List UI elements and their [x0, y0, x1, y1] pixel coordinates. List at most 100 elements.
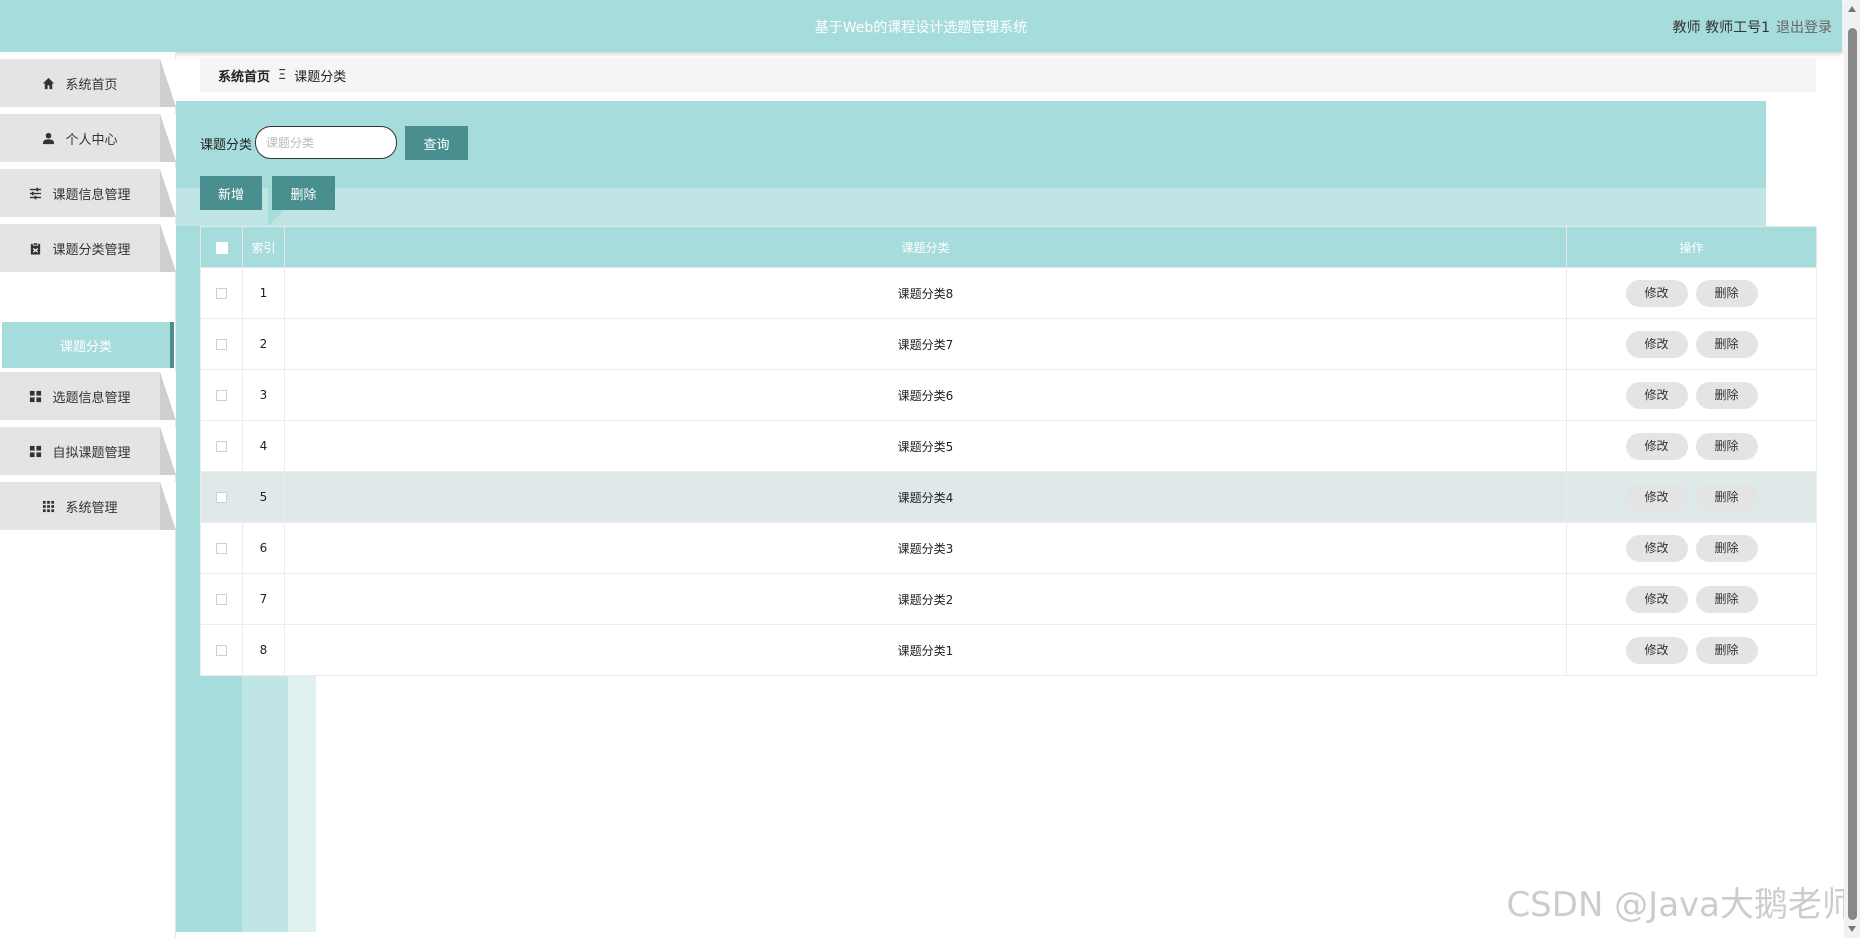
row-delete-button[interactable]: 删除 [1695, 534, 1758, 562]
row-index: 3 [242, 369, 285, 421]
table-row[interactable]: 6 课题分类3 修改 删除 [200, 522, 1817, 574]
row-edit-button[interactable]: 修改 [1625, 636, 1688, 664]
sidebar-item-label: 课题信息管理 [52, 187, 131, 203]
breadcrumb-separator: Ξ [278, 67, 287, 83]
grid-icon [29, 390, 42, 403]
row-checkbox[interactable] [216, 339, 227, 350]
search-input[interactable] [255, 126, 397, 159]
breadcrumb-current: 课题分类 [294, 69, 347, 85]
current-user: 教师 教师工号1 [1672, 20, 1770, 36]
sidebar-item-label: 选题信息管理 [52, 390, 131, 406]
app-title: 基于Web的课程设计选题管理系统 [814, 20, 1028, 36]
row-ops: 修改 删除 [1566, 369, 1817, 421]
table-row[interactable]: 8 课题分类1 修改 删除 [200, 624, 1817, 676]
sidebar-subitem-topic-category[interactable]: 课题分类 [2, 322, 174, 368]
sidebar-item-label: 课题分类管理 [52, 242, 131, 258]
scroll-up-arrow-icon[interactable] [1848, 6, 1856, 12]
breadcrumb-home[interactable]: 系统首页 [218, 66, 270, 85]
row-checkbox[interactable] [216, 492, 227, 503]
row-edit-button[interactable]: 修改 [1625, 330, 1688, 358]
category-table: 索引 课题分类 操作 1 课题分类8 修改 删除 2 课题分类7 修改 删除 3 课题分类6 修改删… [200, 226, 1817, 676]
row-ops: 修改 删除 [1566, 420, 1817, 472]
row-select-cell [200, 573, 243, 625]
row-checkbox[interactable] [216, 441, 227, 452]
column-header-category: 课题分类 [284, 226, 1567, 268]
row-category: 课题分类3 [284, 522, 1567, 574]
column-header-ops: 操作 [1566, 226, 1817, 268]
logout-link[interactable]: 退出登录 [1776, 17, 1832, 37]
sidebar-item-selection-info[interactable]: 选题信息管理 [0, 372, 176, 420]
sidebar-item-label: 系统管理 [65, 500, 118, 516]
row-delete-button[interactable]: 删除 [1695, 585, 1758, 613]
sidebar-item-topic-category[interactable]: 课题分类管理 [0, 224, 176, 272]
select-all-checkbox[interactable] [215, 241, 228, 254]
table-row[interactable]: 2 课题分类7 修改 删除 [200, 318, 1817, 370]
table-row[interactable]: 1 课题分类8 修改 删除 [200, 267, 1817, 319]
apps-icon [42, 500, 55, 513]
row-category: 课题分类5 [284, 420, 1567, 472]
row-ops: 修改 删除 [1566, 318, 1817, 370]
row-checkbox[interactable] [216, 594, 227, 605]
row-category: 课题分类2 [284, 573, 1567, 625]
scroll-thumb[interactable] [1848, 28, 1857, 920]
row-category: 课题分类6 [284, 369, 1567, 421]
sidebar-item-profile[interactable]: 个人中心 [0, 114, 176, 162]
row-index: 7 [242, 573, 285, 625]
breadcrumb: 系统首页 Ξ 课题分类 [200, 58, 1816, 92]
row-select-cell [200, 471, 243, 523]
row-index: 8 [242, 624, 285, 676]
select-all-cell [200, 226, 243, 268]
row-checkbox[interactable] [216, 390, 227, 401]
table-row[interactable]: 7 课题分类2 修改 删除 [200, 573, 1817, 625]
row-delete-button[interactable]: 删除 [1695, 483, 1758, 511]
row-checkbox[interactable] [216, 645, 227, 656]
row-category: 课题分类1 [284, 624, 1567, 676]
row-edit-button[interactable]: 修改 [1625, 381, 1688, 409]
row-edit-button[interactable]: 修改 [1625, 432, 1688, 460]
scroll-down-arrow-icon[interactable] [1848, 926, 1856, 932]
sidebar-item-custom-topic[interactable]: 自拟课题管理 [0, 427, 176, 475]
search-button[interactable]: 查询 [405, 126, 468, 160]
row-ops: 修改 删除 [1566, 624, 1817, 676]
row-delete-button[interactable]: 删除 [1695, 432, 1758, 460]
row-category: 课题分类8 [284, 267, 1567, 319]
table-row[interactable]: 3 课题分类6 修改 删除 [200, 369, 1817, 421]
top-header: 基于Web的课程设计选题管理系统 教师 教师工号1 退出登录 [0, 0, 1842, 52]
row-checkbox[interactable] [216, 543, 227, 554]
row-delete-button[interactable]: 删除 [1695, 636, 1758, 664]
row-select-cell [200, 420, 243, 472]
row-delete-button[interactable]: 删除 [1695, 330, 1758, 358]
row-edit-button[interactable]: 修改 [1625, 534, 1688, 562]
grid-icon [29, 445, 42, 458]
row-index: 2 [242, 318, 285, 370]
row-index: 6 [242, 522, 285, 574]
row-category: 课题分类4 [284, 471, 1567, 523]
sidebar-item-topic-info[interactable]: 课题信息管理 [0, 169, 176, 217]
row-edit-button[interactable]: 修改 [1625, 585, 1688, 613]
table-row[interactable]: 4 课题分类5 修改 删除 [200, 420, 1817, 472]
sidebar-item-home[interactable]: 系统首页 [0, 59, 176, 107]
home-icon [42, 77, 55, 90]
add-button[interactable]: 新增 [200, 176, 262, 210]
table-body: 1 课题分类8 修改 删除 2 课题分类7 修改 删除 3 课题分类6 修改 删除 4 课题分类5 修改 删除… [200, 267, 1817, 676]
sidebar-item-system[interactable]: 系统管理 [0, 482, 176, 530]
row-delete-button[interactable]: 删除 [1695, 381, 1758, 409]
page-scrollbar[interactable] [1844, 0, 1860, 938]
row-delete-button[interactable]: 删除 [1695, 279, 1758, 307]
table-row[interactable]: 5 课题分类4 修改 删除 [200, 471, 1817, 523]
row-index: 5 [242, 471, 285, 523]
row-checkbox[interactable] [216, 288, 227, 299]
row-edit-button[interactable]: 修改 [1625, 279, 1688, 307]
batch-delete-button[interactable]: 删除 [272, 176, 335, 210]
sidebar-item-label: 个人中心 [65, 132, 118, 148]
app-root: 基于Web的课程设计选题管理系统 教师 教师工号1 退出登录 系统首页 个人中心 [0, 0, 1860, 938]
row-index: 4 [242, 420, 285, 472]
column-header-index: 索引 [242, 226, 285, 268]
row-ops: 修改 删除 [1566, 471, 1817, 523]
row-select-cell [200, 369, 243, 421]
row-select-cell [200, 267, 243, 319]
table-header: 索引 课题分类 操作 [200, 226, 1817, 268]
row-index: 1 [242, 267, 285, 319]
row-ops: 修改 删除 [1566, 522, 1817, 574]
row-edit-button[interactable]: 修改 [1625, 483, 1688, 511]
